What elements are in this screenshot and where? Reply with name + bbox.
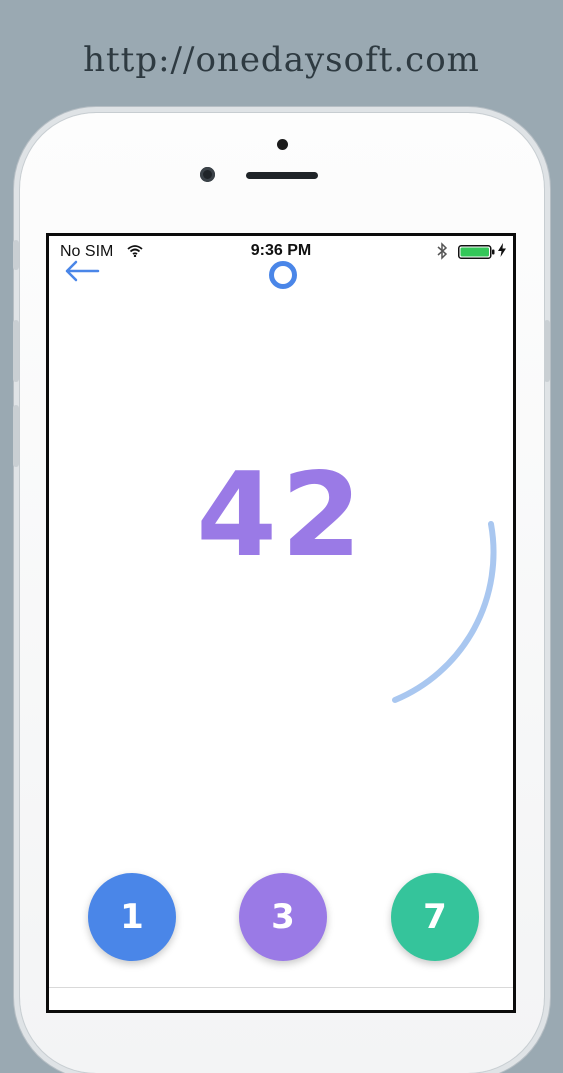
phone-volume-up	[13, 320, 19, 382]
site-url: http://onedaysoft.com	[83, 40, 480, 80]
answer-button-3[interactable]: 3	[239, 873, 327, 961]
answer-button-1[interactable]: 1	[88, 873, 176, 961]
answer-label-3: 3	[271, 897, 295, 937]
phone-power-button	[544, 320, 550, 382]
answer-label-7: 7	[423, 897, 447, 937]
phone-volume-down	[13, 405, 19, 467]
bottom-divider	[49, 987, 513, 988]
phone-speaker	[246, 172, 318, 179]
phone-side-button	[13, 240, 19, 270]
phone-camera-dot	[277, 139, 288, 150]
answer-label-1: 1	[120, 897, 144, 937]
app-screen: No SIM 9:36 PM 42 1 3 7	[46, 233, 516, 1013]
answer-button-7[interactable]: 7	[391, 873, 479, 961]
phone-front-camera	[200, 167, 215, 182]
